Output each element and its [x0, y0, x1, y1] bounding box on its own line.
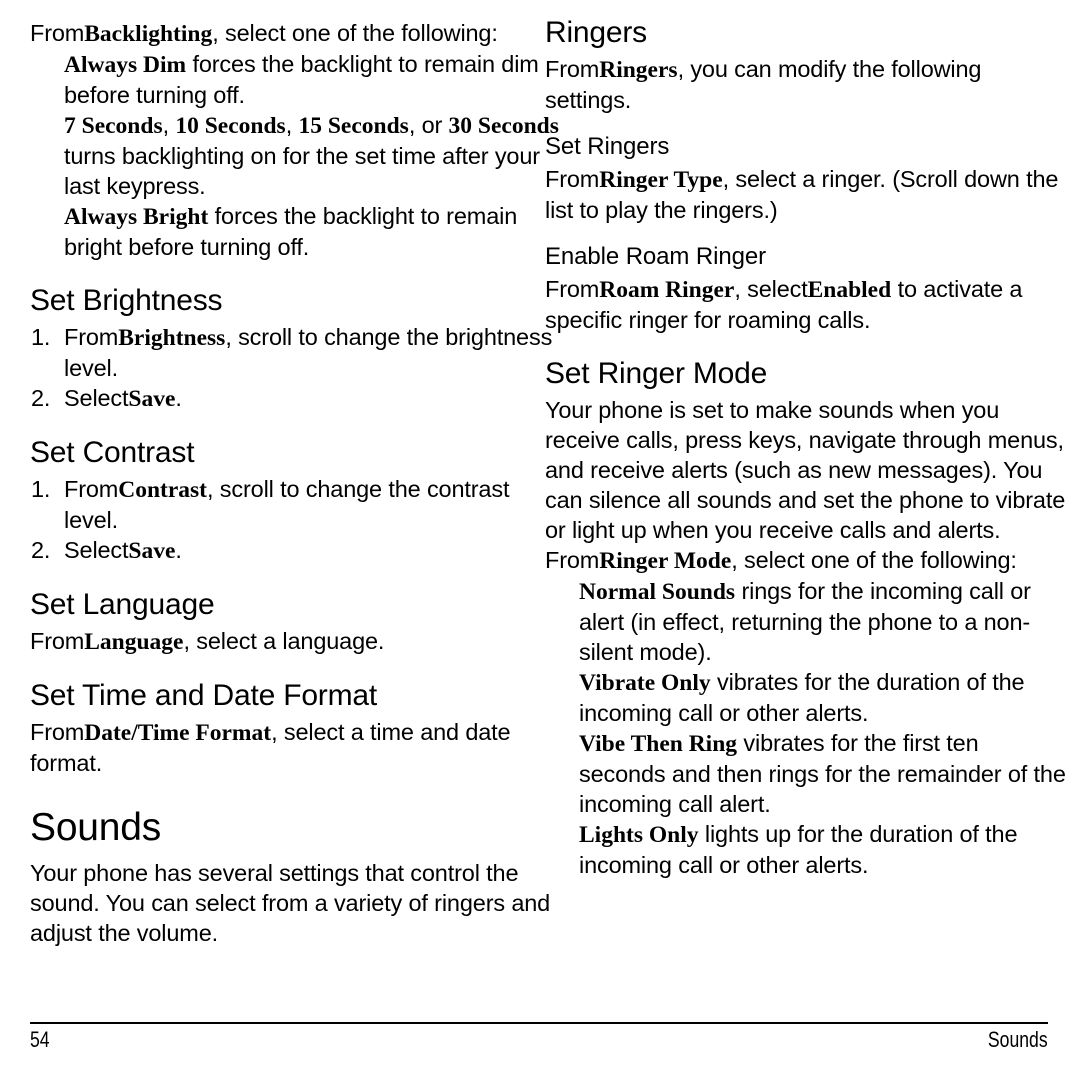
paragraph-lead: From [30, 719, 85, 745]
left-column: FromBacklighting, select one of the foll… [30, 18, 565, 948]
footer-divider [30, 1022, 1048, 1024]
ringers-paragraph: FromRingers, you can modify the followin… [545, 54, 1070, 115]
step-term: Brightness [118, 325, 226, 351]
step-rest: . [175, 385, 182, 411]
option-sep: , or [408, 112, 449, 138]
heading-enable-roam-ringer: Enable Roam Ringer [545, 243, 766, 270]
sounds-intro-paragraph: Your phone has several settings that con… [30, 860, 551, 946]
list-item: Lights Only lights up for the duration o… [545, 819, 1070, 880]
option-term-normal-sounds: Normal Sounds [579, 579, 736, 605]
backlighting-intro-paragraph: FromBacklighting, select one of the foll… [30, 18, 565, 49]
option-term-lights-only: Lights Only [579, 822, 699, 848]
heading-set-time-and-date-format: Set Time and Date Format [30, 679, 378, 712]
list-item: Normal Sounds rings for the incoming cal… [545, 576, 1070, 667]
backlighting-intro-lead: From [30, 20, 85, 46]
paragraph-rest: , select one of the following: [731, 547, 1017, 573]
heading-sounds: Sounds [30, 806, 162, 849]
ringer-mode-options-list: Normal Sounds rings for the incoming cal… [545, 576, 1070, 880]
set-language-paragraph: FromLanguage, select a language. [30, 626, 565, 657]
list-item: SelectSave. [30, 535, 565, 566]
set-time-date-format-paragraph: FromDate/Time Format, select a time and … [30, 717, 565, 778]
option-term-10-seconds: 10 Seconds [175, 113, 286, 139]
heading-set-contrast: Set Contrast [30, 436, 195, 469]
list-item: FromBrightness, scroll to change the bri… [30, 322, 565, 383]
manual-page: FromBacklighting, select one of the foll… [0, 0, 1080, 1080]
set-ringer-mode-select-paragraph: FromRinger Mode, select one of the follo… [545, 545, 1070, 576]
option-text: turns backlighting on for the set time a… [64, 143, 540, 199]
option-sep: , [285, 112, 299, 138]
paragraph-term-enabled: Enabled [807, 277, 892, 303]
paragraph-term: Roam Ringer [599, 277, 735, 303]
paragraph-term: Ringer Mode [599, 548, 732, 574]
heading-set-brightness: Set Brightness [30, 284, 223, 317]
heading-set-language: Set Language [30, 588, 215, 621]
option-term-always-bright: Always Bright [64, 204, 209, 230]
option-term-always-dim: Always Dim [64, 52, 187, 78]
paragraph-term: Ringers [599, 57, 678, 83]
page-columns: FromBacklighting, select one of the foll… [0, 0, 1080, 1000]
paragraph-lead: From [30, 628, 85, 654]
list-item: Always Bright forces the backlight to re… [30, 201, 565, 262]
paragraph-lead: From [545, 56, 600, 82]
step-lead: From [64, 476, 119, 502]
backlighting-options-list: Always Dim forces the backlight to remai… [30, 49, 565, 262]
option-term-7-seconds: 7 Seconds [64, 113, 163, 139]
backlighting-term: Backlighting [84, 21, 213, 47]
paragraph-lead: From [545, 276, 600, 302]
page-number: 54 [30, 1027, 50, 1052]
footer-chapter-title: Sounds [988, 1027, 1048, 1052]
paragraph-term: Ringer Type [599, 167, 723, 193]
step-lead: From [64, 324, 119, 350]
list-item: Always Dim forces the backlight to remai… [30, 49, 565, 110]
heading-ringers: Ringers [545, 16, 647, 49]
paragraph-rest: , select a language. [183, 628, 385, 654]
option-term-vibe-then-ring: Vibe Then Ring [579, 731, 738, 757]
footer-row: 54 Sounds [30, 1026, 1048, 1060]
step-term: Save [128, 538, 176, 564]
step-rest: . [175, 537, 182, 563]
step-lead: Select [64, 385, 129, 411]
list-item: SelectSave. [30, 383, 565, 414]
set-brightness-steps: FromBrightness, scroll to change the bri… [30, 322, 565, 414]
right-column: Ringers FromRingers, you can modify the … [545, 18, 1070, 880]
paragraph-lead: From [545, 166, 600, 192]
heading-set-ringer-mode: Set Ringer Mode [545, 357, 768, 390]
set-ringer-mode-intro: Your phone is set to make sounds when yo… [545, 397, 1066, 543]
step-lead: Select [64, 537, 129, 563]
paragraph-lead: From [545, 547, 600, 573]
step-term: Save [128, 386, 176, 412]
list-item: 7 Seconds, 10 Seconds, 15 Seconds, or 30… [30, 110, 565, 201]
option-term-30-seconds: 30 Seconds [448, 113, 559, 139]
list-item: FromContrast, scroll to change the contr… [30, 474, 565, 535]
page-footer: 54 Sounds [30, 1022, 1048, 1060]
set-ringers-paragraph: FromRinger Type, select a ringer. (Scrol… [545, 164, 1070, 225]
enable-roam-ringer-paragraph: FromRoam Ringer, selectEnabled to activa… [545, 274, 1070, 335]
paragraph-term: Language [84, 629, 184, 655]
step-term: Contrast [118, 477, 208, 503]
set-contrast-steps: FromContrast, scroll to change the contr… [30, 474, 565, 566]
paragraph-mid: , select [734, 276, 808, 302]
heading-set-ringers: Set Ringers [545, 133, 670, 160]
option-sep: , [162, 112, 176, 138]
list-item: Vibrate Only vibrates for the duration o… [545, 667, 1070, 728]
list-item: Vibe Then Ring vibrates for the first te… [545, 728, 1070, 819]
paragraph-term: Date/Time Format [84, 720, 272, 746]
option-term-15-seconds: 15 Seconds [298, 113, 409, 139]
option-term-vibrate-only: Vibrate Only [579, 670, 711, 696]
backlighting-intro-rest: , select one of the following: [212, 20, 498, 46]
